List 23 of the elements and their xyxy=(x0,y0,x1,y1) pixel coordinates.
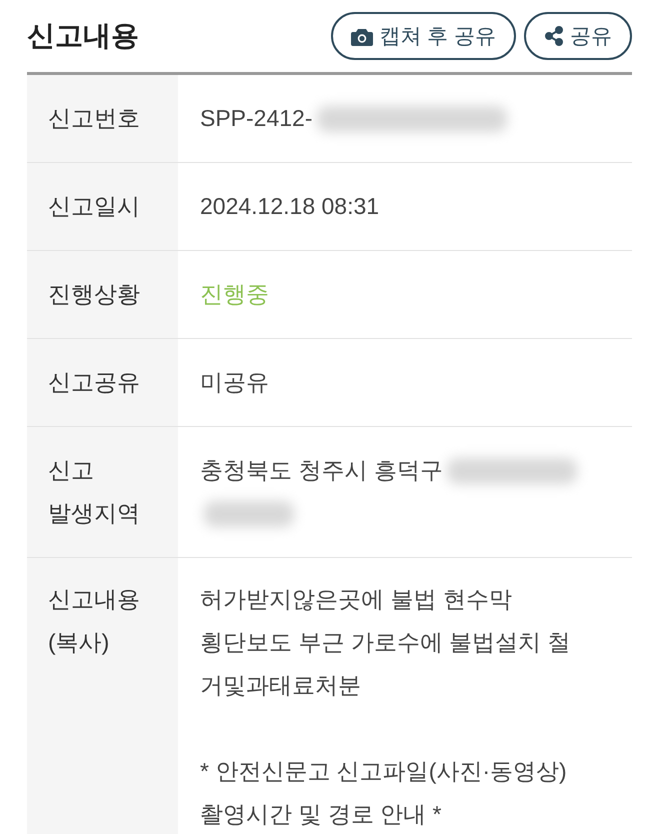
field-label: (복사) xyxy=(48,628,110,657)
field-label: 신고공유 xyxy=(48,368,141,397)
status-text: 진행중 xyxy=(200,280,269,309)
field-label: 신고일시 xyxy=(48,192,141,221)
field-label: 발생지역 xyxy=(48,499,141,528)
field-value: 허가받지않은곳에 불법 현수막 xyxy=(200,585,512,614)
share-icon xyxy=(544,26,564,46)
section-title: 신고내용 xyxy=(27,19,139,53)
field-value: 2024.12.18 08:31 xyxy=(200,192,380,221)
share-button[interactable]: 공유 xyxy=(524,12,632,60)
field-value: 거및과태료처분 xyxy=(200,671,361,700)
field-label: 진행상황 xyxy=(48,280,141,309)
field-value: 충청북도 청주시 흥덕구 xyxy=(200,456,443,485)
capture-share-button[interactable]: 캡쳐 후 공유 xyxy=(331,12,516,60)
field-value: SPP-2412- xyxy=(200,104,313,133)
field-value: 미공유 xyxy=(200,368,269,397)
field-label: 신고내용 xyxy=(48,585,141,614)
field-value: 촬영시간 및 경로 안내 * xyxy=(200,800,442,829)
camera-icon xyxy=(351,26,374,46)
field-label: 신고 xyxy=(48,456,95,485)
field-value: 횡단보도 부근 가로수에 불법설치 철 xyxy=(200,628,571,657)
field-value: * 안전신문고 신고파일(사진·동영상) xyxy=(200,757,567,786)
field-label: 신고번호 xyxy=(48,104,141,133)
